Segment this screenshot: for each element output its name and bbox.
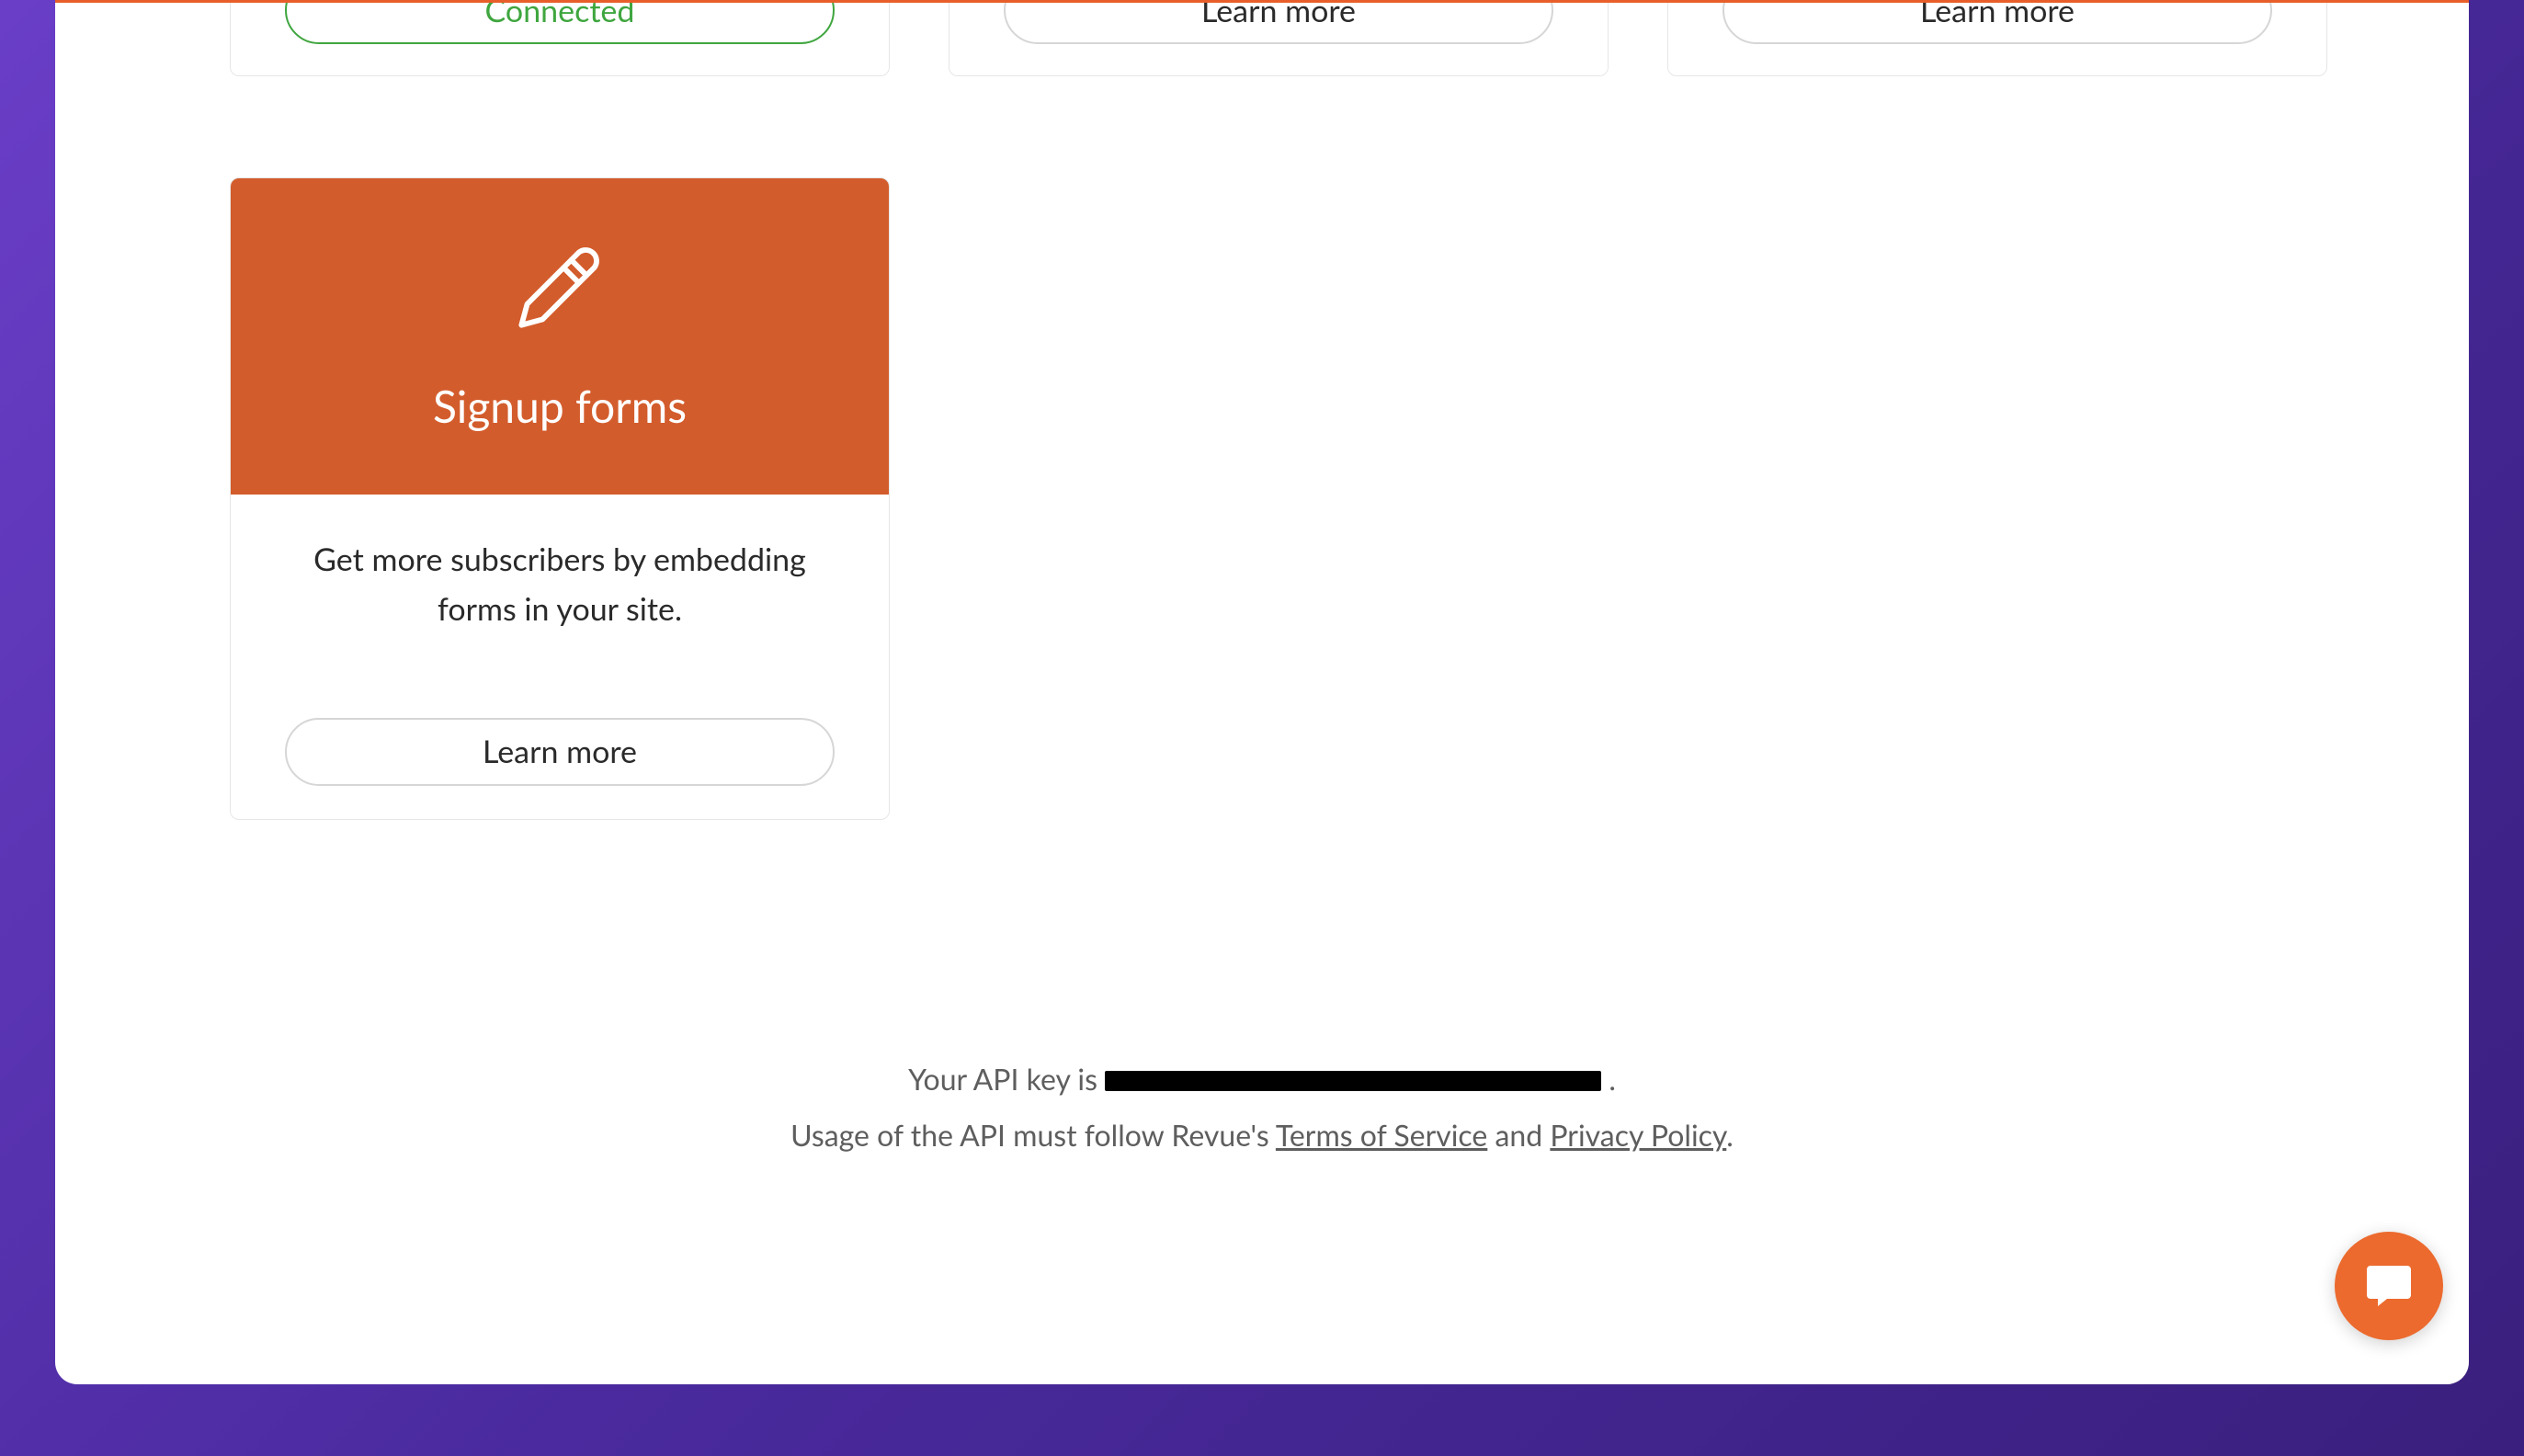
signup-card-body: Get more subscribers by embedding forms …	[231, 495, 889, 819]
app-window: Connected Learn more Learn more	[55, 0, 2469, 1384]
api-key-suffix: .	[1609, 1061, 1616, 1097]
cards-row-top: Connected Learn more Learn more	[230, 0, 2327, 76]
api-usage-line: Usage of the API must follow Revue's Ter…	[55, 1108, 2469, 1164]
content-area: Connected Learn more Learn more	[55, 3, 2469, 1384]
signup-card-wrap: Signup forms Get more subscribers by emb…	[230, 177, 890, 820]
privacy-policy-link[interactable]: Privacy Policy	[1550, 1117, 1726, 1153]
signup-forms-card: Signup forms Get more subscribers by emb…	[230, 177, 890, 820]
api-key-value-redacted	[1105, 1071, 1601, 1091]
pencil-icon	[514, 241, 606, 336]
usage-prefix: Usage of the API must follow Revue's	[790, 1117, 1276, 1153]
learn-more-button-2[interactable]: Learn more	[1004, 0, 1553, 44]
api-key-line: Your API key is .	[55, 1052, 2469, 1108]
signup-learn-more-button[interactable]: Learn more	[285, 718, 835, 786]
integration-card-2: Learn more	[949, 0, 1609, 76]
footer-text: Your API key is . Usage of the API must …	[55, 1052, 2469, 1164]
connected-button[interactable]: Connected	[285, 0, 835, 44]
signup-card-title: Signup forms	[433, 381, 687, 433]
chat-launcher-button[interactable]	[2335, 1232, 2443, 1340]
and-text: and	[1487, 1117, 1550, 1153]
signup-card-header: Signup forms	[231, 178, 889, 495]
learn-more-button-3[interactable]: Learn more	[1722, 0, 2272, 44]
chat-icon	[2363, 1258, 2415, 1314]
api-key-prefix: Your API key is	[908, 1061, 1105, 1097]
period: .	[1726, 1117, 1734, 1153]
signup-card-description: Get more subscribers by embedding forms …	[293, 535, 826, 635]
integration-card-1: Connected	[230, 0, 890, 76]
terms-of-service-link[interactable]: Terms of Service	[1276, 1117, 1487, 1153]
integration-card-3: Learn more	[1667, 0, 2327, 76]
